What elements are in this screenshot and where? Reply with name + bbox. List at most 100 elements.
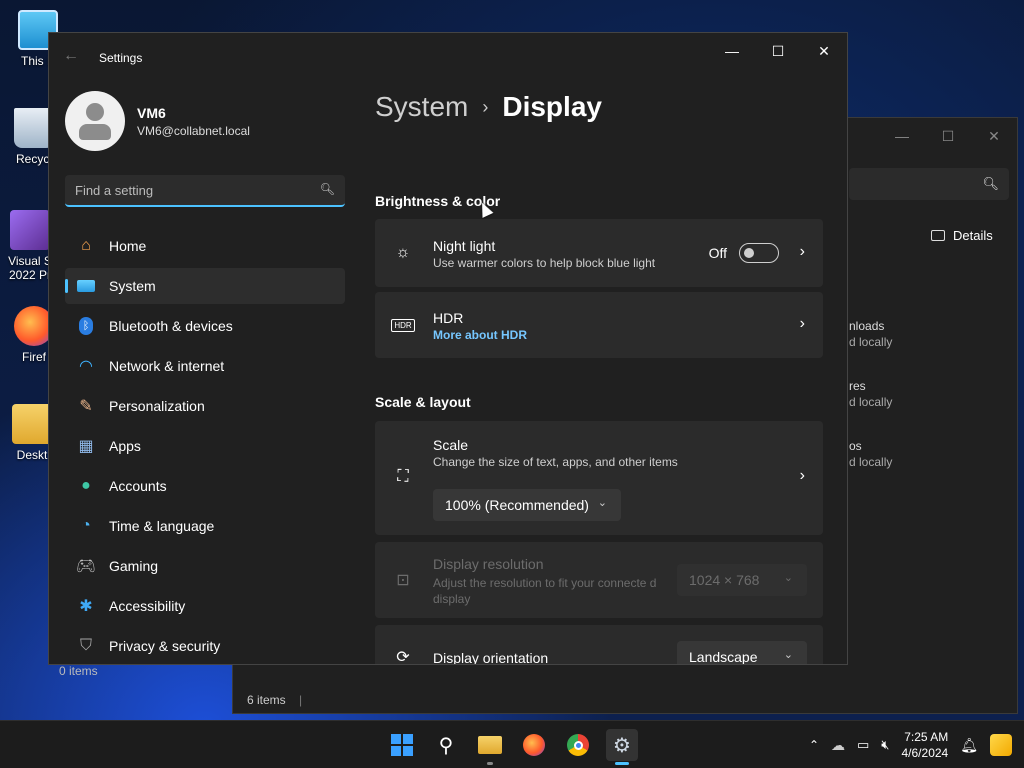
- start-icon[interactable]: [386, 729, 418, 761]
- visual-studio-icon: [10, 210, 50, 250]
- shield-icon: ⛉: [79, 637, 92, 654]
- night-light-toggle[interactable]: [739, 243, 779, 263]
- user-name: VM6: [137, 104, 166, 121]
- file-status: d locally: [849, 335, 893, 349]
- nav-item-gaming[interactable]: 🎮︎ Gaming: [65, 548, 345, 584]
- bluetooth-icon: ᛒ: [75, 315, 97, 337]
- night-light-title: Night light: [433, 238, 496, 254]
- nav-item-label: Apps: [109, 438, 141, 454]
- accounts-icon: ●: [81, 477, 91, 494]
- breadcrumb: System › Display: [375, 91, 602, 123]
- brush-icon: ✎: [79, 398, 93, 415]
- nav-item-bluetooth[interactable]: ᛒ Bluetooth & devices: [65, 308, 345, 344]
- desktop-icon-label: Recycl: [15, 152, 52, 166]
- desktop-icon-label: Deskt: [16, 448, 48, 462]
- item-count: 6 items: [247, 693, 286, 707]
- minimize-icon[interactable]: —: [879, 118, 925, 154]
- wifi-icon: ◠: [79, 358, 93, 375]
- explorer-window-controls: — ☐ ✕: [879, 118, 1017, 154]
- explorer-status-bar: 6 items |: [247, 693, 303, 707]
- clock[interactable]: 7:25 AM 4/6/2024: [902, 729, 949, 761]
- night-light-card[interactable]: ☼ Night light Use warmer colors to help …: [375, 219, 823, 287]
- details-button[interactable]: Details: [931, 228, 993, 243]
- explorer-search-box[interactable]: 🔍︎: [849, 168, 1009, 200]
- network-icon[interactable]: ▭: [857, 737, 869, 753]
- file-name[interactable]: os: [849, 438, 892, 454]
- notification-bell-icon[interactable]: 🔔︎: [960, 737, 978, 754]
- nav-item-label: Accessibility: [109, 598, 186, 614]
- user-profile[interactable]: VM6 VM6@collabnet.local: [65, 91, 250, 151]
- avatar: [65, 91, 125, 151]
- firefox-icon[interactable]: [518, 729, 550, 761]
- taskbar-apps: ⚲ ⚙: [386, 729, 638, 765]
- maximize-icon[interactable]: ☐: [925, 118, 971, 154]
- breadcrumb-parent[interactable]: System: [375, 91, 468, 123]
- back-arrow-icon[interactable]: ←: [63, 47, 79, 65]
- scale-subtitle: Change the size of text, apps, and other…: [433, 455, 678, 469]
- hdr-more-link[interactable]: More about HDR: [433, 328, 527, 342]
- home-icon: ⌂: [81, 237, 91, 254]
- settings-icon[interactable]: ⚙: [606, 729, 638, 765]
- desktop-icon-label: Visual S 2022 Pr: [8, 254, 52, 282]
- explorer-file-list: nloads d locally res d locally os d loca…: [849, 318, 892, 498]
- chevron-up-icon[interactable]: ⌃: [809, 738, 819, 752]
- details-pane-icon: [931, 230, 945, 241]
- nav-item-label: Gaming: [109, 558, 159, 574]
- apps-icon: ▦: [78, 438, 94, 455]
- nav-item-network[interactable]: ◠ Network & internet: [65, 348, 345, 384]
- find-setting-box: 🔍︎: [65, 175, 345, 207]
- nav-item-label: Bluetooth & devices: [109, 318, 233, 334]
- section-scale-layout: Scale & layout: [375, 394, 471, 410]
- file-status: d locally: [849, 395, 893, 409]
- nav-item-label: Personalization: [109, 398, 205, 414]
- search-icon: 🔍︎: [319, 182, 335, 196]
- nav-item-apps[interactable]: ▦ Apps: [65, 428, 345, 464]
- onedrive-offline-icon[interactable]: ☁: [831, 737, 845, 754]
- clock-time: 7:25 AM: [904, 730, 949, 744]
- nav-item-system[interactable]: System: [65, 268, 345, 304]
- details-label: Details: [953, 228, 993, 243]
- hdr-title: HDR: [433, 310, 464, 326]
- scale-resize-icon: ⛶: [397, 468, 409, 485]
- nav-item-accounts[interactable]: ● Accounts: [65, 468, 345, 504]
- night-light-toggle-group: Off: [709, 243, 779, 263]
- file-name[interactable]: nloads: [849, 318, 892, 334]
- resolution-dropdown: 1024 × 768 ⌄: [677, 564, 807, 596]
- chevron-right-icon[interactable]: ›: [800, 315, 805, 333]
- nav-item-accessibility[interactable]: ✱ Accessibility: [65, 588, 345, 624]
- system-icon: [75, 275, 97, 297]
- chevron-right-icon[interactable]: ›: [800, 467, 805, 485]
- file-explorer-icon[interactable]: [474, 729, 506, 765]
- copilot-preview-icon[interactable]: [990, 734, 1012, 756]
- file-name[interactable]: res: [849, 378, 892, 394]
- scale-dropdown[interactable]: 100% (Recommended) ⌄: [433, 489, 621, 521]
- volume-muted-icon[interactable]: 🔇︎: [881, 737, 889, 753]
- nav-item-time-language[interactable]: ◔ Time & language: [65, 508, 345, 544]
- settings-window[interactable]: ← Settings — ☐ ✕ VM6 VM6@collabnet.local…: [48, 32, 848, 665]
- hdr-icon: HDR: [391, 315, 415, 335]
- display-orientation-card[interactable]: ⟳ Display orientation Landscape ⌄: [375, 625, 823, 665]
- nav-item-label: Privacy & security: [109, 638, 221, 654]
- desktop-icon-label: Firef: [22, 350, 46, 364]
- user-email: VM6@collabnet.local: [137, 123, 250, 138]
- scale-card[interactable]: ⛶ Scale Change the size of text, apps, a…: [375, 421, 823, 535]
- nav-item-privacy[interactable]: ⛉ Privacy & security: [65, 628, 345, 664]
- nav-item-label: Time & language: [109, 518, 215, 534]
- orientation-dropdown[interactable]: Landscape ⌄: [677, 641, 807, 665]
- chrome-icon[interactable]: [562, 729, 594, 761]
- resolution-subtitle: Adjust the resolution to fit your connec…: [433, 576, 657, 606]
- hdr-card[interactable]: HDR HDR More about HDR ›: [375, 292, 823, 358]
- orientation-value: Landscape: [689, 649, 758, 665]
- nav-item-label: Home: [109, 238, 147, 254]
- search-icon[interactable]: ⚲: [430, 729, 462, 761]
- nav-item-home[interactable]: ⌂ Home: [65, 228, 345, 264]
- clock-date: 4/6/2024: [901, 746, 949, 760]
- nav-item-personalization[interactable]: ✎ Personalization: [65, 388, 345, 424]
- accessibility-icon: ✱: [79, 598, 93, 615]
- chevron-down-icon: ⌄: [783, 649, 793, 661]
- search-input[interactable]: [65, 175, 345, 205]
- orientation-title: Display orientation: [433, 650, 549, 665]
- taskbar: ⚲ ⚙ ⌃ ☁ ▭ 🔇︎ 7:25 AM 4/6/2024 🔔︎: [0, 720, 1024, 768]
- chevron-right-icon[interactable]: ›: [800, 243, 805, 261]
- close-icon[interactable]: ✕: [971, 118, 1017, 154]
